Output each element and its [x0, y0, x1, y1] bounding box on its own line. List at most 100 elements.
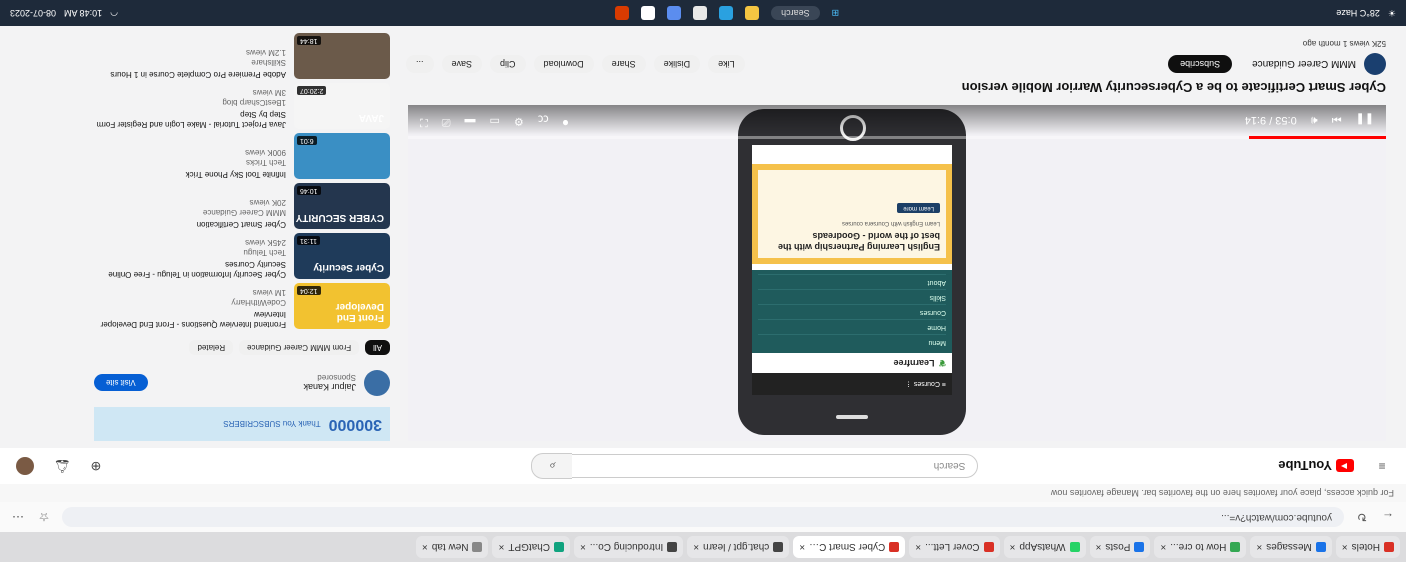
recommended-channel[interactable]: CodeWithHarry: [94, 297, 286, 307]
volume-icon[interactable]: 🔊︎: [1311, 114, 1318, 127]
browser-tab[interactable]: Introducing Co... ×: [574, 536, 684, 558]
recommended-video[interactable]: JAVA 2:20:07 Java Project Tutorial - Make …: [94, 83, 390, 129]
action-button-save[interactable]: Save: [441, 55, 483, 73]
recommended-title[interactable]: Cyber Security Information in Telugu - F…: [94, 259, 286, 279]
tab-close-icon[interactable]: ×: [1342, 542, 1348, 553]
hamburger-icon[interactable]: ≡: [1374, 458, 1390, 474]
tab-close-icon[interactable]: ×: [1096, 542, 1102, 553]
video-thumbnail[interactable]: Cyber Security 11:31: [294, 233, 390, 279]
avatar[interactable]: [16, 457, 34, 475]
recommended-title[interactable]: Java Project Tutorial - Make Login and R…: [94, 109, 286, 129]
settings-gear-icon[interactable]: ⚙: [514, 112, 524, 128]
tab-close-icon[interactable]: ×: [1160, 542, 1166, 553]
pause-icon[interactable]: ❚❚: [1356, 114, 1374, 127]
recommended-video[interactable]: 18:44 Adobe Premiere Pro Complete Course …: [94, 33, 390, 79]
search-input[interactable]: Search: [558, 454, 979, 478]
browser-tab[interactable]: New tab ×: [415, 536, 489, 558]
mail-icon[interactable]: [641, 6, 656, 20]
subscribe-button[interactable]: Subscribe: [1168, 55, 1233, 73]
sponsor-button[interactable]: Visit site: [94, 374, 148, 392]
video-thumbnail[interactable]: JAVA 2:20:07: [294, 83, 390, 129]
recommended-title[interactable]: Adobe Premiere Pro Complete Course in 1 …: [110, 69, 286, 79]
tab-close-icon[interactable]: ×: [498, 542, 504, 553]
browser-tab[interactable]: WhatsApp ×: [1003, 536, 1086, 558]
menu-dots-icon[interactable]: ⋯: [10, 509, 26, 525]
action-button-clip[interactable]: Clip: [490, 55, 526, 73]
tab-close-icon[interactable]: ×: [1010, 542, 1016, 553]
create-icon[interactable]: ⊕: [91, 458, 102, 474]
windows-start-icon[interactable]: ⊞: [832, 8, 840, 19]
video-title: Cyber Smart Certificate to be a Cybersec…: [961, 80, 1386, 95]
filter-chip[interactable]: All: [365, 340, 390, 356]
browser-tab[interactable]: Messages ×: [1250, 536, 1332, 558]
tab-close-icon[interactable]: ×: [580, 542, 586, 553]
action-button-dislike[interactable]: Dislike: [653, 55, 701, 73]
channel-avatar[interactable]: [1364, 53, 1386, 75]
store-icon[interactable]: [667, 6, 682, 20]
theater-icon[interactable]: ▬: [465, 112, 476, 128]
action-button-[interactable]: ...: [406, 55, 434, 73]
recommended-channel[interactable]: Tech Tricks: [186, 157, 286, 167]
taskbar-search[interactable]: Search: [771, 6, 820, 20]
ad-banner[interactable]: 300000 Thank You SUBSCRIBERS: [94, 407, 390, 441]
phone-mockup: ≡ Courses ⋮ ❦ Learnfree Menu Home Courses S…: [738, 109, 966, 435]
action-button-like[interactable]: Like: [708, 55, 745, 73]
recommended-video[interactable]: Cyber Security 11:31 Cyber Security Inform…: [94, 233, 390, 279]
action-button-share[interactable]: Share: [601, 55, 646, 73]
refresh-icon[interactable]: ↻: [1354, 509, 1370, 525]
recommended-channel[interactable]: Tech Telugu: [94, 247, 286, 257]
video-thumbnail[interactable]: 6:01: [294, 133, 390, 179]
browser-tab[interactable]: Hotels ×: [1335, 536, 1400, 558]
video-progress-bar[interactable]: [408, 136, 1386, 139]
recommended-video[interactable]: Front End Developer 12:04 Frontend Intervi…: [94, 283, 390, 329]
recommended-channel[interactable]: 1BestCsharp blog: [94, 97, 286, 107]
browser-tab[interactable]: Cover Lett... ×: [909, 536, 1000, 558]
phone-banner: English Learning Partnership with the be…: [752, 164, 952, 264]
tab-close-icon[interactable]: ×: [422, 542, 428, 553]
video-thumbnail[interactable]: Front End Developer 12:04: [294, 283, 390, 329]
tab-close-icon[interactable]: ×: [915, 542, 921, 553]
search-icon[interactable]: ⌕: [531, 453, 573, 479]
file-explorer-icon[interactable]: [745, 6, 760, 20]
star-icon[interactable]: ☆: [36, 509, 52, 525]
recommended-title[interactable]: Infinite Tool Sky Phone Trick: [186, 169, 286, 179]
browser-tab[interactable]: Cyber Smart Ce... ×: [793, 536, 906, 558]
recommended-video[interactable]: 6:01 Infinite Tool Sky Phone Trick Tech Tr…: [94, 133, 390, 179]
browser-tab[interactable]: ChatGPT ×: [492, 536, 571, 558]
tab-close-icon[interactable]: ×: [693, 542, 699, 553]
browser-tab[interactable]: How to cre... ×: [1154, 536, 1247, 558]
fullscreen-icon[interactable]: ⛶: [420, 112, 428, 128]
video-thumbnail[interactable]: 18:44: [294, 33, 390, 79]
channel-name[interactable]: MMM Career Guidance: [1252, 59, 1356, 70]
back-icon[interactable]: ←: [1380, 509, 1396, 525]
captions-icon[interactable]: ㏄: [538, 112, 549, 128]
url-field[interactable]: youtube.com/watch?v=...: [62, 507, 1344, 527]
next-icon[interactable]: ⏭: [1332, 114, 1342, 127]
channel-row: MMM Career Guidance Subscribe Like Dislik…: [406, 51, 1386, 77]
browser-tab[interactable]: Posts ×: [1089, 536, 1151, 558]
office-icon[interactable]: [615, 6, 630, 20]
bell-icon[interactable]: 🔔︎: [54, 458, 71, 474]
recommended-title[interactable]: Cyber Smart Certification: [197, 219, 286, 229]
chrome-icon[interactable]: [693, 6, 708, 20]
action-button-download[interactable]: Download: [533, 55, 594, 73]
recommended-channel[interactable]: MMM Career Guidance: [197, 207, 286, 217]
video-thumbnail[interactable]: CYBER SECURITY 10:46: [294, 183, 390, 229]
tab-close-icon[interactable]: ×: [1256, 542, 1262, 553]
miniplayer-icon[interactable]: ▭: [490, 112, 500, 128]
autoplay-toggle-icon[interactable]: ⏺: [563, 112, 569, 128]
recommended-channel[interactable]: Skillshare: [110, 57, 286, 67]
filter-chip[interactable]: Related: [189, 340, 234, 356]
recommended-meta: 900K views: [245, 148, 286, 157]
edge-icon[interactable]: [719, 6, 734, 20]
tab-close-icon[interactable]: ×: [799, 542, 805, 553]
recommended-title[interactable]: Frontend Interview Questions - Front End…: [94, 309, 286, 329]
youtube-logo[interactable]: YouTube: [1278, 459, 1354, 474]
wifi-icon[interactable]: ◠: [110, 8, 118, 19]
recommended-video[interactable]: CYBER SECURITY 10:46 Cyber Smart Certifica…: [94, 183, 390, 229]
filter-chip[interactable]: From MMM Career Guidance: [239, 340, 360, 356]
tab-favicon-icon: [889, 542, 900, 552]
video-player[interactable]: ≡ Courses ⋮ ❦ Learnfree Menu Home Courses S…: [408, 105, 1386, 441]
cast-icon[interactable]: ⎚: [442, 112, 451, 128]
browser-tab[interactable]: chat.gpt / learn ×: [687, 536, 790, 558]
